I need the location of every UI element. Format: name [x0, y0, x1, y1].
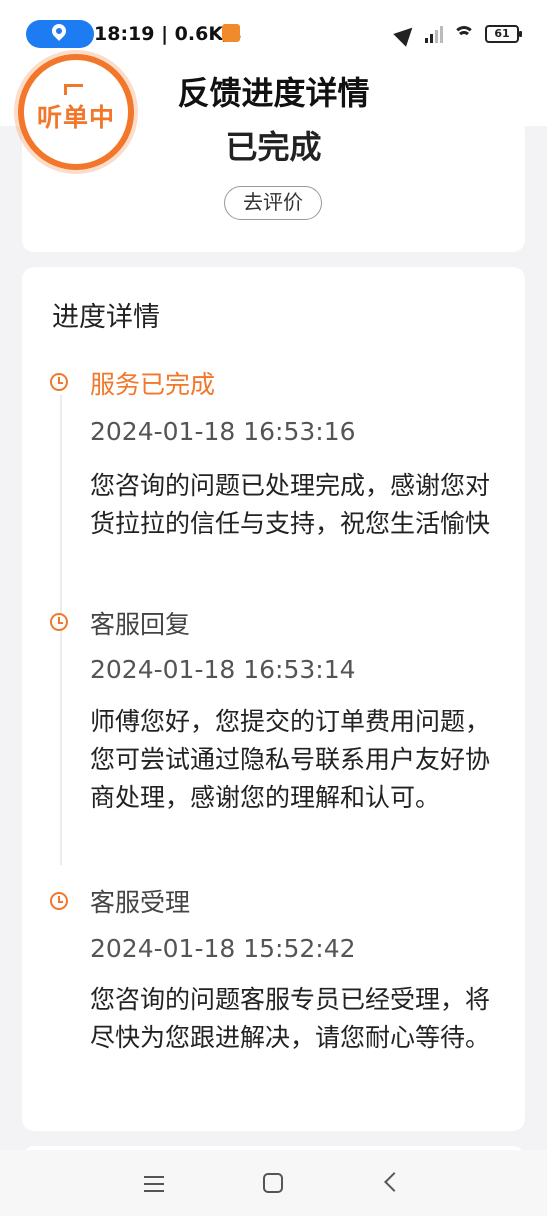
progress-title: 进度详情	[52, 302, 160, 333]
entry-time: 2024-01-18 15:52:42	[90, 934, 356, 963]
home-icon[interactable]	[263, 1173, 283, 1193]
navigation-arrow-icon	[393, 21, 419, 47]
wifi-icon	[453, 23, 475, 45]
entry-description: 您咨询的问题客服专员已经受理，将尽快为您跟进解决，请您耐心等待。	[90, 985, 491, 1052]
signal-icon	[425, 25, 443, 43]
entry-description: 师傅您好，您提交的订单费用问题，您可尝试通过隐私号联系用户友好协商处理，感谢您的…	[90, 707, 491, 812]
entry-title: 客服回复	[90, 610, 191, 639]
status-time: 18:19	[94, 23, 155, 45]
clock-icon	[50, 892, 68, 910]
menu-icon[interactable]	[144, 1176, 164, 1192]
entry-title: 服务已完成	[90, 370, 216, 399]
entry-description: 您咨询的问题已处理完成，感谢您对货拉拉的信任与支持，祝您生活愉快	[90, 471, 491, 538]
rate-button[interactable]: 去评价	[224, 186, 322, 220]
listening-orders-badge[interactable]: 听单中	[18, 54, 134, 170]
badge-mark-icon	[64, 84, 83, 95]
app-notification-icon	[222, 24, 240, 42]
entry-title: 客服受理	[90, 888, 191, 917]
clock-icon	[50, 613, 68, 631]
progress-card: 进度详情 服务已完成 2024-01-18 16:53:16 您咨询的问题已处理…	[22, 267, 525, 1131]
badge-label: 听单中	[36, 103, 115, 132]
entry-time: 2024-01-18 16:53:16	[90, 417, 356, 446]
status-time-speed: 18:19 | 0.6K/s	[94, 23, 242, 45]
system-nav-bar	[0, 1150, 547, 1216]
entry-time: 2024-01-18 16:53:14	[90, 655, 356, 684]
clock-icon	[50, 373, 68, 391]
back-icon[interactable]	[384, 1172, 404, 1192]
battery-level: 61	[494, 27, 510, 40]
battery-icon: 61	[485, 25, 522, 43]
status-right-icons: 61	[393, 20, 522, 48]
